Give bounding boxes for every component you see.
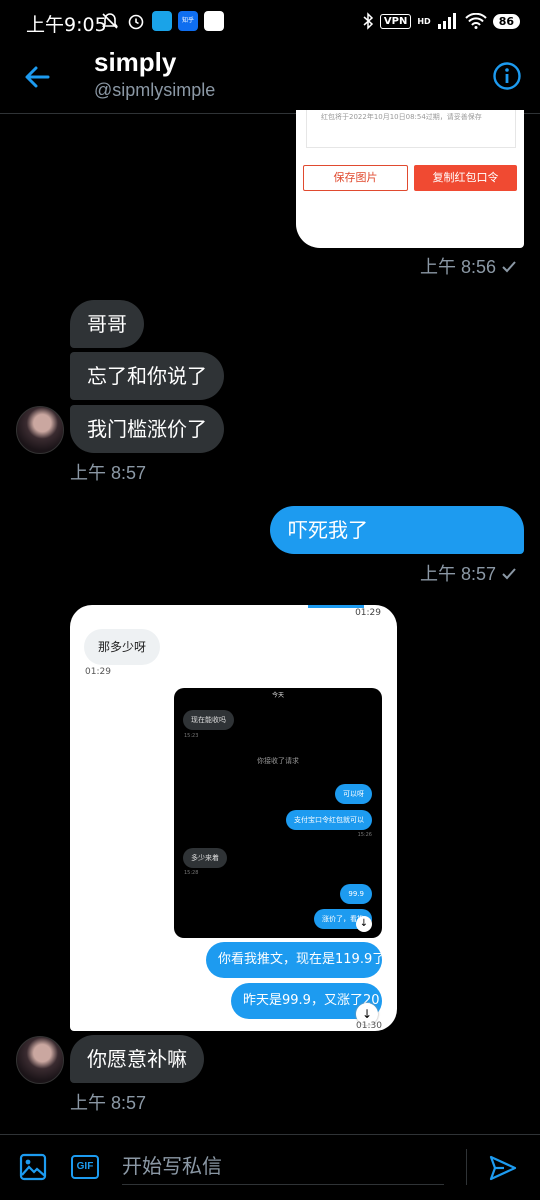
nested-scroll-down-icon: ↓ — [356, 916, 372, 932]
divider — [466, 1149, 467, 1185]
nested-bubble: 可以呀 — [335, 784, 372, 804]
message-timestamp: 上午 8:57 — [70, 463, 147, 483]
screenshot-blue-bubble: 你看我推文，现在是119.9了 — [206, 942, 382, 978]
avatar[interactable] — [16, 406, 64, 454]
contact-handle[interactable]: @sipmlysimple — [94, 80, 215, 101]
message-bubble-incoming[interactable]: 哥哥 — [70, 300, 144, 348]
notification-icons: 知乎 — [100, 11, 224, 31]
timestamp-text: 上午 8:57 — [420, 564, 497, 584]
avatar[interactable] — [16, 1036, 64, 1084]
message-bubble-incoming[interactable]: 你愿意补嘛 — [70, 1035, 204, 1083]
screenshot-time: 01:30 — [356, 1021, 382, 1031]
screenshot-bubble: 那多少呀 — [84, 629, 161, 665]
screenshot-time: 01:29 — [85, 667, 111, 677]
contact-name[interactable]: simply — [94, 47, 176, 78]
hd-badge: HD — [417, 16, 431, 26]
app-icon-3 — [204, 11, 224, 31]
check-icon — [502, 568, 516, 580]
nested-bubble: 99.9 — [340, 884, 372, 904]
bluetooth-icon — [363, 12, 374, 30]
zhihu-app-icon: 知乎 — [178, 11, 198, 31]
check-icon — [502, 261, 516, 273]
app-icon-1 — [152, 11, 172, 31]
nested-time: 15:26 — [357, 832, 372, 838]
message-bubble-incoming[interactable]: 忘了和你说了 — [70, 352, 224, 400]
nested-system-text: 你接收了请求 — [257, 757, 299, 765]
signal-icon — [437, 13, 456, 29]
status-time: 上午9:05 — [26, 14, 107, 36]
image-message-redpacket[interactable]: 红包将于2022年10月10日08:54过期，请妥善保存 保存图片 复制红包口令 — [296, 110, 524, 248]
vpn-badge: VPN — [379, 13, 412, 29]
wifi-icon — [464, 13, 487, 29]
message-input[interactable] — [122, 1147, 444, 1185]
nested-time: 15:23 — [184, 733, 199, 739]
image-message-chat-screenshot[interactable]: 01:29 那多少呀 01:29 今天 现在能收吗 15:23 你接收了请求 可… — [70, 605, 397, 1031]
nested-screenshot: 今天 现在能收吗 15:23 你接收了请求 可以呀 支付宝口令红包就可以 15:… — [174, 688, 382, 938]
timestamp-text: 上午 8:56 — [420, 257, 497, 277]
status-bar: 上午9:05 知乎 VPN HD 86 — [0, 0, 540, 44]
conversation-header: simply @sipmlysimple — [0, 44, 540, 114]
bell-off-icon — [101, 13, 119, 29]
nested-date-header: 今天 — [271, 692, 284, 699]
message-bubble-incoming[interactable]: 我门槛涨价了 — [70, 405, 224, 453]
message-composer: GIF — [0, 1134, 540, 1200]
battery-indicator: 86 — [492, 13, 520, 29]
message-timestamp: 上午 8:57 — [420, 560, 516, 586]
gif-icon[interactable]: GIF — [71, 1155, 99, 1179]
redpacket-expiry-text: 红包将于2022年10月10日08:54过期，请妥善保存 — [321, 113, 482, 121]
nested-time: 15:28 — [184, 870, 199, 876]
system-icons: VPN HD 86 — [362, 12, 520, 30]
nested-bubble: 多少来着 — [183, 848, 227, 868]
alarm-icon — [128, 14, 144, 30]
copy-redpacket-code-button: 复制红包口令 — [414, 165, 517, 191]
screenshot-time: 01:29 — [355, 608, 381, 618]
redpacket-text-box: 红包将于2022年10月10日08:54过期，请妥善保存 — [306, 110, 516, 148]
image-icon[interactable] — [19, 1153, 47, 1181]
nested-bubble: 支付宝口令红包就可以 — [286, 810, 372, 830]
message-bubble-outgoing[interactable]: 吓死我了 — [270, 506, 524, 554]
message-timestamp: 上午 8:56 — [420, 253, 516, 279]
arrow-left-icon[interactable] — [22, 62, 52, 92]
save-image-button: 保存图片 — [303, 165, 408, 191]
nested-bubble: 现在能收吗 — [183, 710, 234, 730]
message-timestamp: 上午 8:57 — [70, 1093, 147, 1113]
info-icon[interactable] — [492, 61, 522, 91]
send-icon[interactable] — [488, 1153, 518, 1183]
